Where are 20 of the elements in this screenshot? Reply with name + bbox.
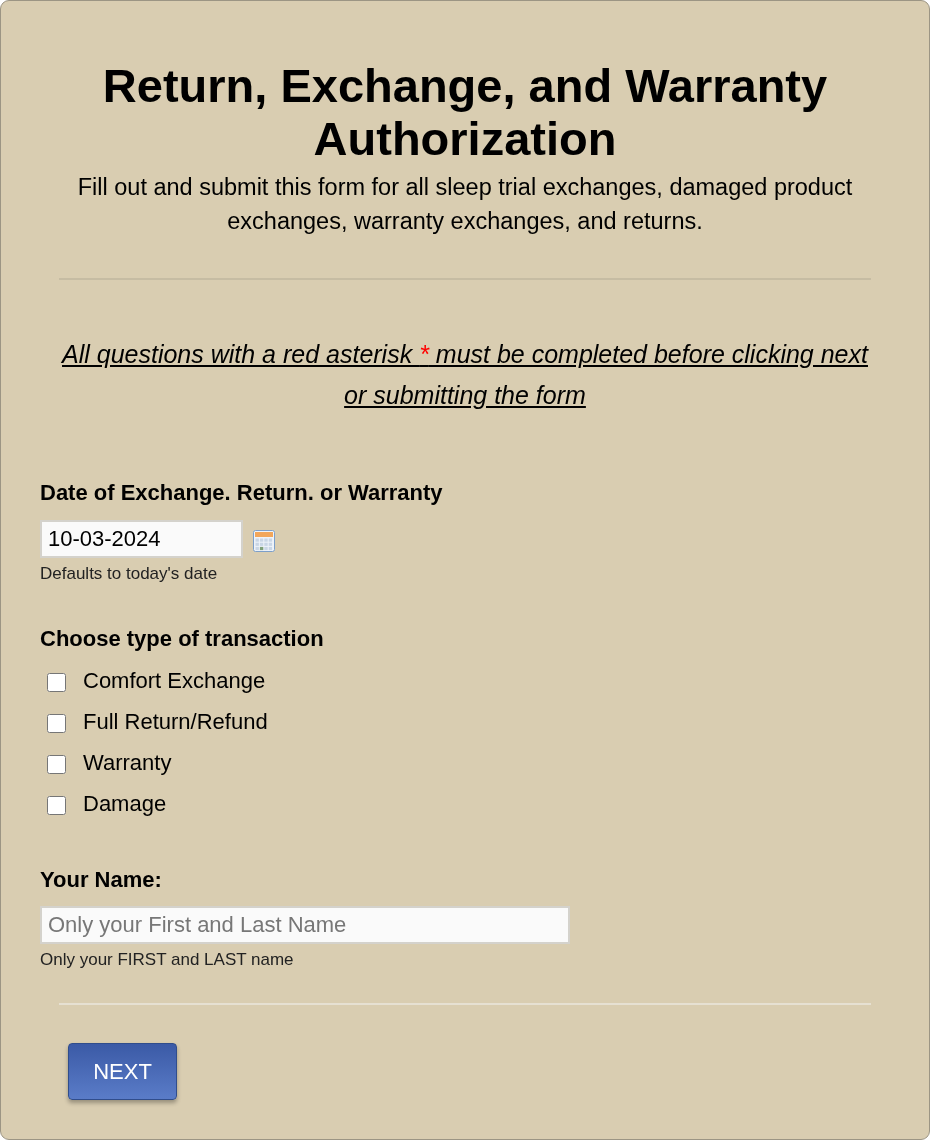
checkbox[interactable] xyxy=(47,796,66,815)
field-label: Your Name: xyxy=(40,868,162,892)
option-label: Damage xyxy=(83,791,167,816)
checkbox[interactable] xyxy=(47,673,66,692)
help-text: Defaults to today's date xyxy=(40,565,218,583)
option-label: Warranty xyxy=(83,750,172,775)
option-label: Full Return/Refund xyxy=(83,709,268,734)
required-fields-notice: All questions with a red asterisk * must be completed before clicking next or submitting the form xyxy=(60,339,870,411)
checkbox[interactable] xyxy=(47,755,66,774)
field-label: Date of Exchange. Return. or Warranty xyxy=(40,481,443,505)
name-field[interactable]: Only your First and Last Name xyxy=(40,906,570,944)
calendar-icon[interactable] xyxy=(253,530,275,552)
date-field[interactable]: 10-03-2024 xyxy=(40,520,243,558)
form-title: Return, Exchange, and Warranty Authorization xyxy=(101,59,829,165)
checkbox[interactable] xyxy=(47,714,66,733)
field-label: Choose type of transaction xyxy=(40,627,324,651)
form-description: Fill out and submit this form for all sleep trial exchanges, damaged product exchanges, warranty exchanges, and returns. xyxy=(76,173,854,236)
next-button[interactable]: NEXT xyxy=(68,1043,177,1100)
option-label: Comfort Exchange xyxy=(83,668,266,693)
help-text: Only your FIRST and LAST name xyxy=(40,951,294,969)
